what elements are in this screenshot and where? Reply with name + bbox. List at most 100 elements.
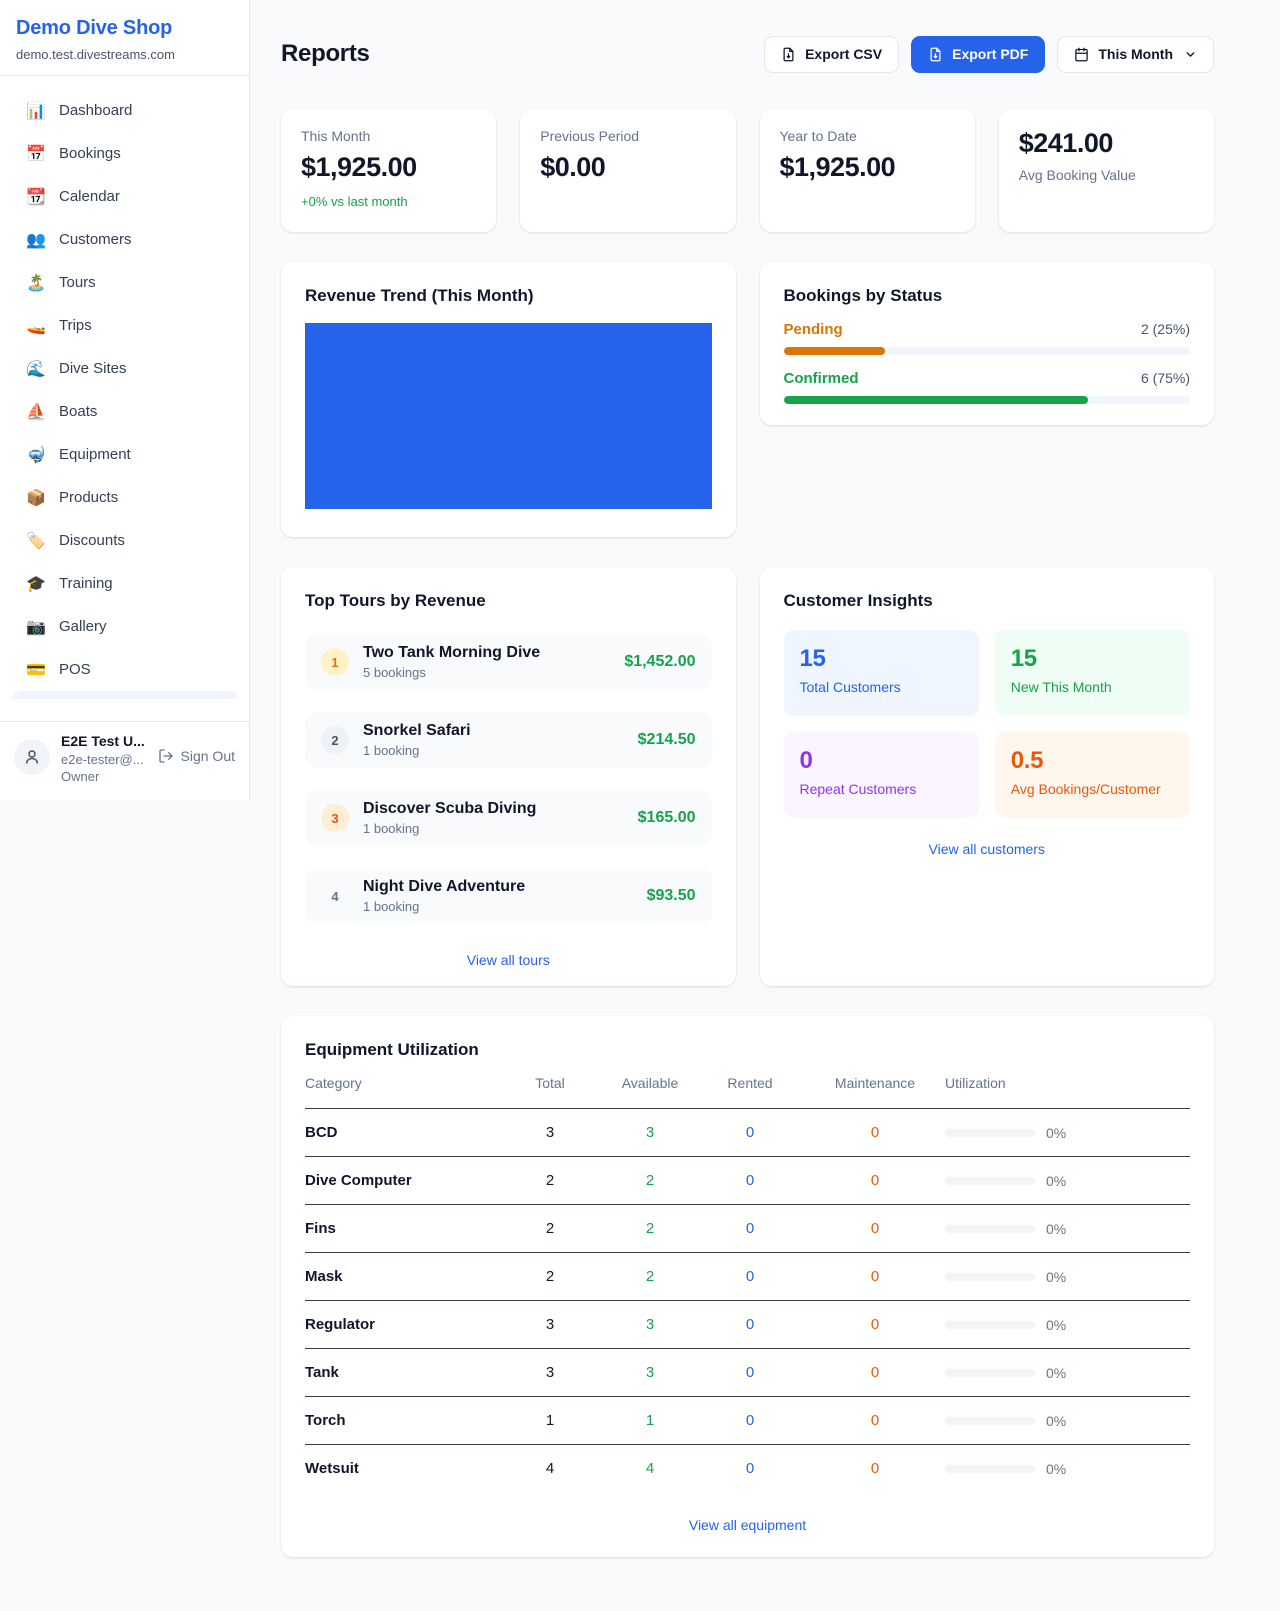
- stat-card-year-to-date: Year to Date $1,925.00: [760, 109, 975, 232]
- sign-out-label: Sign Out: [181, 748, 235, 764]
- progress-fill-confirmed: [784, 396, 1089, 404]
- table-row: Dive Computer 2 2 0 0 0%: [305, 1156, 1190, 1204]
- table-row: Wetsuit 4 4 0 0 0%: [305, 1444, 1190, 1492]
- cell-total: 3: [495, 1316, 605, 1333]
- export-csv-button[interactable]: Export CSV: [764, 36, 899, 73]
- top-tours-card: Top Tours by Revenue 1 Two Tank Morning …: [281, 567, 736, 986]
- stat-card-this-month: This Month $1,925.00 +0% vs last month: [281, 109, 496, 232]
- status-count-pending: 2 (25%): [1141, 321, 1190, 337]
- utilization-bar: [945, 1369, 1035, 1377]
- tile-avg-bookings-customer: 0.5 Avg Bookings/Customer: [995, 732, 1190, 818]
- utilization-bar: [945, 1465, 1035, 1473]
- utilization-percent: 0%: [1046, 1461, 1066, 1477]
- cell-utilization: 0%: [945, 1317, 1190, 1333]
- speedboat-icon: 🚤: [25, 316, 47, 336]
- sidebar-item-label: Customers: [59, 231, 132, 248]
- tile-total-customers: 15 Total Customers: [784, 630, 979, 716]
- cell-utilization: 0%: [945, 1125, 1190, 1141]
- sidebar-header: Demo Dive Shop demo.test.divestreams.com: [0, 0, 249, 76]
- status-label-pending: Pending: [784, 321, 843, 338]
- column-header-available: Available: [605, 1075, 695, 1091]
- main-content: Reports Export CSV Export PDF This Month: [250, 0, 1280, 1611]
- sidebar-item-equipment[interactable]: 🤿 Equipment: [12, 433, 237, 476]
- equipment-utilization-title: Equipment Utilization: [305, 1040, 1190, 1060]
- island-icon: 🏝️: [25, 273, 47, 293]
- file-download-icon: [928, 47, 943, 62]
- sidebar-item-training[interactable]: 🎓 Training: [12, 562, 237, 605]
- sidebar-item-label: Dashboard: [59, 102, 132, 119]
- tile-new-this-month: 15 New This Month: [995, 630, 1190, 716]
- view-all-equipment-link[interactable]: View all equipment: [305, 1517, 1190, 1533]
- export-pdf-button[interactable]: Export PDF: [911, 36, 1045, 73]
- table-row: Tank 3 3 0 0 0%: [305, 1348, 1190, 1396]
- cell-total: 2: [495, 1220, 605, 1237]
- sidebar-item-trips[interactable]: 🚤 Trips: [12, 304, 237, 347]
- cell-utilization: 0%: [945, 1269, 1190, 1285]
- tour-name: Discover Scuba Diving: [363, 800, 536, 818]
- user-role: Owner: [61, 768, 145, 786]
- cell-total: 1: [495, 1412, 605, 1429]
- sidebar-item-pos[interactable]: 💳 POS: [12, 648, 237, 691]
- cell-total: 3: [495, 1364, 605, 1381]
- sidebar-item-label: Training: [59, 575, 113, 592]
- view-all-customers-link[interactable]: View all customers: [784, 841, 1191, 857]
- export-csv-label: Export CSV: [805, 46, 882, 62]
- progress-track: [784, 347, 1191, 355]
- cell-category: Dive Computer: [305, 1172, 495, 1189]
- sidebar-user-footer: E2E Test U... e2e-tester@... Owner Sign …: [0, 721, 249, 800]
- sidebar-item-discounts[interactable]: 🏷️ Discounts: [12, 519, 237, 562]
- status-count-confirmed: 6 (75%): [1141, 370, 1190, 386]
- stats-row: This Month $1,925.00 +0% vs last month P…: [281, 109, 1214, 232]
- sidebar-item-customers[interactable]: 👥 Customers: [12, 218, 237, 261]
- cell-available: 4: [605, 1460, 695, 1477]
- sidebar-item-bookings[interactable]: 📅 Bookings: [12, 132, 237, 175]
- file-download-icon: [781, 47, 796, 62]
- utilization-bar: [945, 1417, 1035, 1425]
- app-root: Demo Dive Shop demo.test.divestreams.com…: [0, 0, 1280, 1611]
- tile-value: 0.5: [1011, 747, 1174, 775]
- tour-row: 1 Two Tank Morning Dive 5 bookings $1,45…: [305, 635, 712, 689]
- stat-label: Previous Period: [540, 128, 715, 144]
- tour-name: Snorkel Safari: [363, 722, 471, 740]
- cell-available: 2: [605, 1268, 695, 1285]
- cell-available: 3: [605, 1364, 695, 1381]
- tour-bookings: 5 bookings: [363, 665, 540, 680]
- tour-name: Two Tank Morning Dive: [363, 644, 540, 662]
- sidebar-active-item-partial[interactable]: [12, 691, 237, 699]
- stat-label: Year to Date: [780, 128, 955, 144]
- stat-label: This Month: [301, 128, 476, 144]
- tag-icon: 🏷️: [25, 531, 47, 551]
- tile-value: 15: [800, 645, 963, 673]
- progress-track: [784, 396, 1191, 404]
- utilization-percent: 0%: [1046, 1269, 1066, 1285]
- sidebar-nav: 📊 Dashboard 📅 Bookings 📆 Calendar 👥 Cust…: [0, 76, 249, 721]
- sidebar-item-tours[interactable]: 🏝️ Tours: [12, 261, 237, 304]
- sidebar-item-label: Tours: [59, 274, 96, 291]
- cell-total: 4: [495, 1460, 605, 1477]
- table-row: Fins 2 2 0 0 0%: [305, 1204, 1190, 1252]
- cell-available: 3: [605, 1316, 695, 1333]
- sidebar-item-boats[interactable]: ⛵ Boats: [12, 390, 237, 433]
- status-row-pending: Pending 2 (25%): [784, 321, 1191, 355]
- cell-maintenance: 0: [805, 1268, 945, 1285]
- people-icon: 👥: [25, 230, 47, 250]
- sidebar-item-calendar[interactable]: 📆 Calendar: [12, 175, 237, 218]
- period-dropdown[interactable]: This Month: [1057, 36, 1214, 73]
- cell-rented: 0: [695, 1124, 805, 1141]
- stat-value: $1,925.00: [301, 152, 476, 183]
- avatar: [14, 739, 50, 775]
- user-info: E2E Test U... e2e-tester@... Owner: [61, 733, 145, 786]
- sidebar-item-dashboard[interactable]: 📊 Dashboard: [12, 89, 237, 132]
- utilization-percent: 0%: [1046, 1173, 1066, 1189]
- column-header-category: Category: [305, 1075, 495, 1091]
- cell-maintenance: 0: [805, 1460, 945, 1477]
- equipment-utilization-card: Equipment Utilization Category Total Ava…: [281, 1016, 1214, 1557]
- view-all-tours-link[interactable]: View all tours: [305, 952, 712, 968]
- stat-value: $0.00: [540, 152, 715, 183]
- sidebar-item-label: Equipment: [59, 446, 131, 463]
- sidebar-item-dive-sites[interactable]: 🌊 Dive Sites: [12, 347, 237, 390]
- cell-available: 2: [605, 1220, 695, 1237]
- sidebar-item-gallery[interactable]: 📷 Gallery: [12, 605, 237, 648]
- sidebar-item-products[interactable]: 📦 Products: [12, 476, 237, 519]
- sign-out-button[interactable]: Sign Out: [158, 748, 235, 764]
